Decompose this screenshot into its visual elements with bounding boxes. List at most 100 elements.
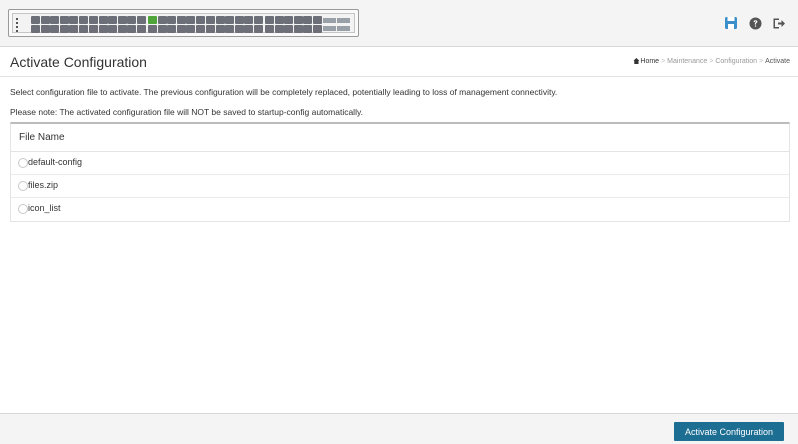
switch-port <box>293 25 303 33</box>
sfp-port <box>337 26 350 31</box>
switch-port <box>98 16 108 24</box>
instruction-text: Select configuration file to activate. T… <box>10 87 558 97</box>
switch-port <box>127 25 136 33</box>
switch-port <box>253 25 263 33</box>
switch-port <box>206 25 215 33</box>
switch-port <box>31 16 40 24</box>
switch-port <box>78 25 88 33</box>
switch-port <box>195 25 205 33</box>
switch-port <box>89 25 98 33</box>
switch-port <box>244 25 253 33</box>
file-table: File Name default-config files.zip icon_… <box>10 122 790 222</box>
switch-port <box>312 16 322 24</box>
save-icon[interactable] <box>720 12 742 34</box>
switch-port <box>215 16 225 24</box>
switch-port <box>69 16 78 24</box>
status-led <box>16 18 18 20</box>
sfp-port <box>337 18 350 23</box>
breadcrumb-configuration[interactable]: Configuration <box>715 58 757 65</box>
switch-port <box>157 25 167 33</box>
switch-port <box>117 25 127 33</box>
file-radio[interactable] <box>18 158 28 168</box>
switch-port <box>59 25 69 33</box>
file-name: files.zip <box>28 180 59 190</box>
file-name-column-header: File Name <box>19 132 65 143</box>
switch-port <box>195 16 205 24</box>
switch-port <box>225 25 234 33</box>
switch-port <box>303 25 312 33</box>
breadcrumb-separator: > <box>661 58 666 65</box>
switch-port <box>40 25 50 33</box>
switch-port <box>167 16 176 24</box>
switch-port <box>176 16 186 24</box>
switch-port <box>303 16 312 24</box>
breadcrumb-home[interactable]: Home <box>640 58 659 65</box>
file-radio[interactable] <box>18 181 28 191</box>
switch-port <box>108 25 117 33</box>
home-icon <box>633 58 640 64</box>
switch-port <box>89 16 98 24</box>
breadcrumb: Home > Maintenance > Configuration > Activate <box>633 58 790 65</box>
note-text: Please note: The activated configuration… <box>10 107 363 117</box>
switch-port <box>31 25 40 33</box>
switch-port <box>225 16 234 24</box>
switch-port <box>176 25 186 33</box>
switch-port <box>215 25 225 33</box>
breadcrumb-separator: > <box>709 58 714 65</box>
switch-port <box>50 16 59 24</box>
page-title: Activate Configuration <box>10 54 147 70</box>
switch-port <box>136 25 146 33</box>
breadcrumb-activate: Activate <box>765 58 790 65</box>
status-led <box>16 26 18 28</box>
activate-configuration-button[interactable]: Activate Configuration <box>674 422 784 441</box>
file-name: default-config <box>28 157 83 167</box>
switch-port <box>98 25 108 33</box>
footer-bar: Activate Configuration <box>0 413 798 444</box>
switch-port <box>167 25 176 33</box>
switch-ports <box>12 13 355 33</box>
table-header: File Name <box>11 124 789 152</box>
file-row-default-config[interactable]: default-config <box>11 152 789 175</box>
switch-port <box>127 16 136 24</box>
switch-port <box>234 16 244 24</box>
switch-port <box>274 16 284 24</box>
switch-port <box>206 16 215 24</box>
switch-port <box>244 16 253 24</box>
status-led <box>16 30 18 32</box>
sfp-port <box>323 18 336 23</box>
switch-port <box>234 25 244 33</box>
sfp-port <box>323 26 336 31</box>
switch-port <box>69 25 78 33</box>
help-icon[interactable] <box>744 12 766 34</box>
switch-port <box>78 16 88 24</box>
status-led <box>16 22 18 24</box>
switch-port <box>253 16 263 24</box>
breadcrumb-maintenance[interactable]: Maintenance <box>667 58 707 65</box>
switch-front-panel <box>8 9 359 37</box>
switch-port <box>186 25 195 33</box>
file-row-icon-list[interactable]: icon_list <box>11 198 789 221</box>
switch-port <box>274 25 284 33</box>
switch-port <box>40 16 50 24</box>
switch-port <box>312 25 322 33</box>
switch-port <box>148 25 157 33</box>
switch-port <box>136 16 146 24</box>
switch-port <box>108 16 117 24</box>
title-row: Activate Configuration Home > Maintenance >… <box>0 47 798 77</box>
switch-port <box>186 16 195 24</box>
switch-port <box>50 25 59 33</box>
main-content: Activate Configuration Home > Maintenance >… <box>0 47 798 413</box>
file-radio[interactable] <box>18 204 28 214</box>
switch-port <box>284 25 293 33</box>
switch-port <box>293 16 303 24</box>
switch-port <box>157 16 167 24</box>
file-name: icon_list <box>28 203 61 213</box>
switch-port <box>265 16 274 24</box>
file-row-files-zip[interactable]: files.zip <box>11 175 789 198</box>
switch-port <box>265 25 274 33</box>
switch-port <box>59 16 69 24</box>
breadcrumb-separator: > <box>759 58 764 65</box>
switch-port <box>284 16 293 24</box>
logout-icon[interactable] <box>768 12 790 34</box>
switch-port <box>148 16 157 24</box>
